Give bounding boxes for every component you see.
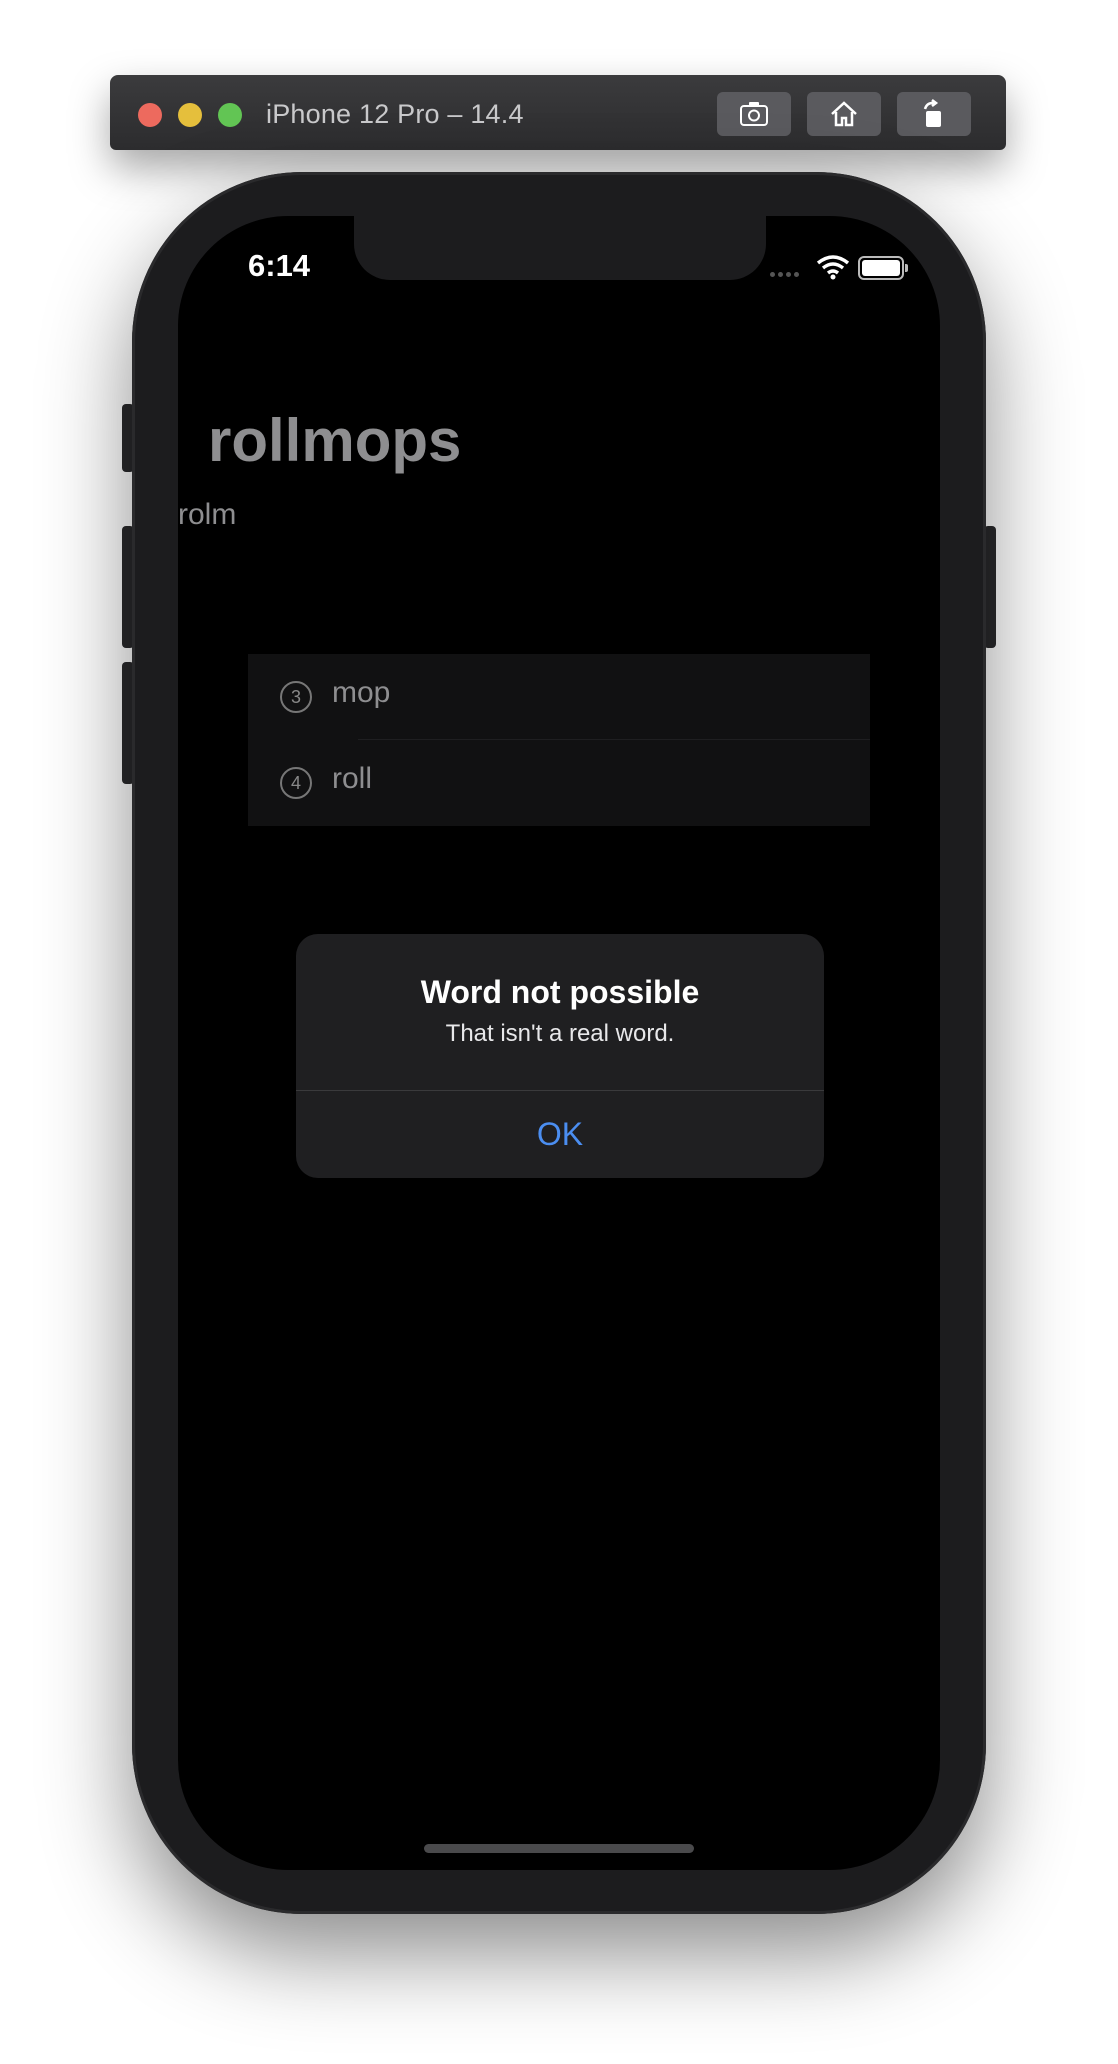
window-minimize-button[interactable]	[178, 103, 202, 127]
word-input[interactable]: rolm	[178, 498, 236, 532]
home-icon	[831, 101, 857, 127]
list-item[interactable]: 3 mop	[248, 654, 870, 740]
alert-dialog: Word not possible That isn't a real word…	[296, 934, 824, 1178]
list-item-label: mop	[332, 676, 391, 709]
list-item[interactable]: 4 roll	[248, 740, 870, 826]
status-time: 6:14	[248, 248, 311, 283]
battery-icon	[858, 256, 908, 280]
home-indicator[interactable]	[424, 1844, 694, 1853]
word-length-circle-icon: 4	[280, 767, 312, 799]
alert-title: Word not possible	[420, 974, 700, 1010]
word-length-circle-icon: 3	[280, 681, 312, 713]
alert-message: That isn't a real word.	[445, 1020, 675, 1047]
phone-screen: 6:14 rollmops rolm 3 mop 4 roll Word not…	[178, 216, 940, 1870]
screenshot-icon	[740, 102, 768, 126]
ok-button[interactable]: OK	[296, 1091, 824, 1178]
home-button[interactable]	[807, 92, 881, 136]
simulator-toolbar: iPhone 12 Pro – 14.4	[110, 75, 1006, 150]
rotate-button[interactable]	[897, 92, 971, 136]
rotate-icon	[923, 99, 941, 127]
used-words-list: 3 mop 4 roll	[248, 654, 870, 826]
notch	[354, 216, 766, 280]
window-maximize-button[interactable]	[218, 103, 242, 127]
list-item-label: roll	[332, 762, 373, 795]
page-title: rollmops	[208, 407, 462, 474]
signal-dots-icon	[770, 272, 804, 277]
window-close-button[interactable]	[138, 103, 162, 127]
simulator-title: iPhone 12 Pro – 14.4	[266, 99, 524, 129]
wifi-icon	[816, 255, 850, 280]
screenshot-button[interactable]	[717, 92, 791, 136]
